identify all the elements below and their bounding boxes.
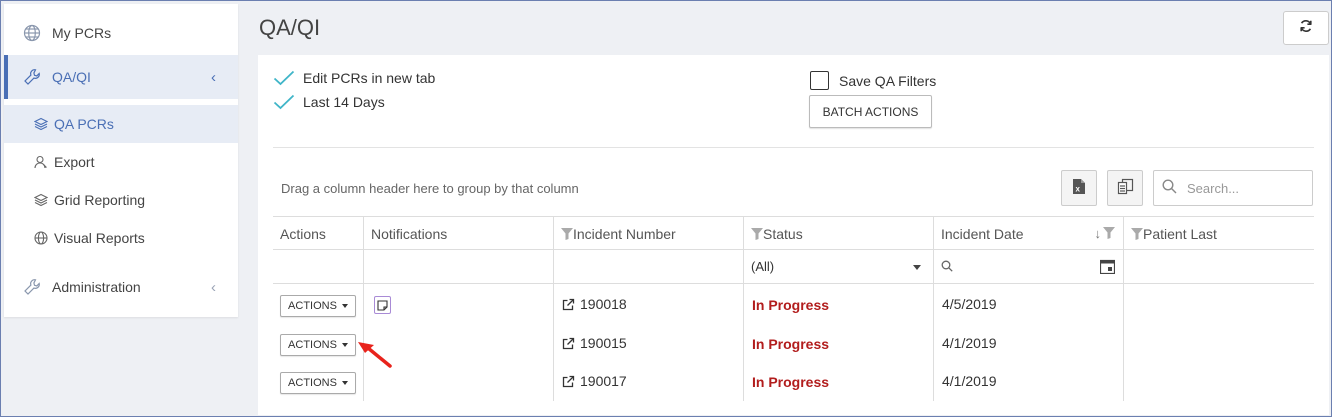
incident-number-link[interactable]: 190018 — [562, 296, 627, 312]
column-chooser-button[interactable] — [1107, 170, 1143, 206]
col-header-incident-date[interactable]: Incident Date ↓ — [934, 217, 1124, 250]
wrench-icon — [22, 67, 42, 87]
page-title: QA/QI — [259, 15, 321, 40]
search-box[interactable] — [1153, 170, 1313, 206]
external-link-icon — [562, 337, 575, 349]
search-icon — [941, 259, 953, 277]
checkmark-icon — [273, 70, 295, 86]
row-actions-button[interactable]: ACTIONS — [280, 295, 356, 317]
edit-new-tab-option[interactable]: Edit PCRs in new tab — [273, 70, 435, 86]
globe-icon — [22, 23, 42, 43]
external-link-icon — [562, 298, 575, 310]
group-by-hint: Drag a column header here to group by th… — [281, 181, 579, 196]
sidebar-subitem-visual-reports[interactable]: Visual Reports — [4, 219, 238, 257]
incident-number-link[interactable]: 190015 — [562, 335, 627, 351]
row-actions-button[interactable]: ACTIONS — [280, 334, 356, 356]
filter-icon — [1131, 228, 1143, 240]
filter-icon — [751, 228, 763, 240]
checkmark-icon — [273, 94, 295, 110]
divider — [273, 147, 1314, 148]
sidebar-item-my-pcrs[interactable]: My PCRs — [4, 8, 238, 58]
sidebar-subitem-grid-reporting[interactable]: Grid Reporting — [4, 181, 238, 219]
chevron-left-icon: ‹ — [211, 68, 216, 86]
sidebar-item-qa-qi[interactable]: QA/QI ‹ — [4, 55, 238, 99]
sidebar: My PCRs QA/QI ‹ QA PCRs Export Grid Repo… — [4, 4, 238, 317]
note-icon[interactable] — [374, 296, 391, 314]
row-actions-button[interactable]: ACTIONS — [280, 372, 356, 394]
col-header-status[interactable]: Status — [744, 217, 934, 250]
annotation-arrow-icon — [358, 342, 392, 368]
table-row: ACTIONS 190017 In Progress 4/1/2019 — [273, 363, 1314, 401]
sidebar-item-label: My PCRs — [52, 25, 112, 41]
svg-text:x: x — [1076, 185, 1081, 194]
sidebar-item-label: Grid Reporting — [54, 192, 146, 208]
status-value: In Progress — [752, 374, 830, 390]
table-row: ACTIONS 190015 In Progress 4/1/2019 — [273, 325, 1314, 363]
sidebar-item-label: Export — [54, 154, 95, 170]
sidebar-item-label: QA/QI — [52, 69, 91, 85]
sidebar-subitem-export[interactable]: Export — [4, 143, 238, 181]
col-header-patient-last[interactable]: Patient Last — [1124, 217, 1314, 250]
layers-icon — [34, 193, 48, 207]
status-filter-dropdown[interactable]: (All) — [744, 250, 934, 283]
checkbox-box[interactable] — [810, 71, 829, 90]
refresh-icon — [1299, 19, 1313, 38]
col-header-incident-number[interactable]: Incident Number — [554, 217, 744, 250]
filter-icon — [561, 228, 573, 240]
export-excel-button[interactable]: x — [1061, 170, 1097, 206]
incident-date-value: 4/1/2019 — [942, 373, 997, 389]
option-label: Last 14 Days — [303, 94, 385, 110]
table-row: ACTIONS 190018 In Progress 4/5/2019 — [273, 286, 1314, 324]
status-value: In Progress — [752, 336, 830, 352]
qa-panel: Edit PCRs in new tab Last 14 Days Save Q… — [258, 55, 1329, 415]
columns-icon — [1117, 178, 1134, 198]
grid-header-row: Actions Notifications Incident Number St… — [273, 216, 1314, 250]
sidebar-item-label: QA PCRs — [54, 116, 114, 132]
sidebar-item-label: Administration — [52, 279, 141, 295]
sidebar-item-administration[interactable]: Administration ‹ — [4, 262, 238, 312]
caret-down-icon — [913, 265, 921, 270]
col-header-actions[interactable]: Actions — [273, 217, 364, 250]
external-link-icon — [562, 375, 575, 387]
date-filter[interactable] — [934, 250, 1124, 283]
layers-icon — [34, 117, 48, 131]
user-export-icon — [34, 155, 48, 169]
chevron-left-icon: ‹ — [211, 278, 216, 296]
sidebar-item-label: Visual Reports — [54, 230, 145, 246]
incident-number-link[interactable]: 190017 — [562, 373, 627, 389]
col-header-notifications[interactable]: Notifications — [364, 217, 554, 250]
globe-icon — [34, 231, 48, 245]
calendar-icon[interactable] — [1099, 259, 1116, 277]
incident-date-value: 4/1/2019 — [942, 335, 997, 351]
batch-actions-button[interactable]: BATCH ACTIONS — [809, 95, 932, 128]
status-value: In Progress — [752, 297, 830, 313]
sidebar-subitem-qa-pcrs[interactable]: QA PCRs — [4, 105, 238, 143]
save-qa-filters-checkbox[interactable]: Save QA Filters — [810, 71, 936, 90]
checkbox-label: Save QA Filters — [839, 72, 937, 89]
search-input[interactable] — [1187, 180, 1307, 196]
sort-desc-icon[interactable]: ↓ — [1095, 226, 1115, 241]
app-frame: My PCRs QA/QI ‹ QA PCRs Export Grid Repo… — [0, 0, 1332, 417]
last-14-days-option[interactable]: Last 14 Days — [273, 94, 385, 110]
search-icon — [1162, 179, 1177, 197]
grid-filter-row: (All) — [273, 250, 1314, 284]
wrench-icon — [22, 277, 42, 297]
option-label: Edit PCRs in new tab — [303, 70, 436, 86]
refresh-button[interactable] — [1283, 11, 1329, 45]
excel-icon: x — [1072, 178, 1086, 198]
incident-date-value: 4/5/2019 — [942, 296, 997, 312]
